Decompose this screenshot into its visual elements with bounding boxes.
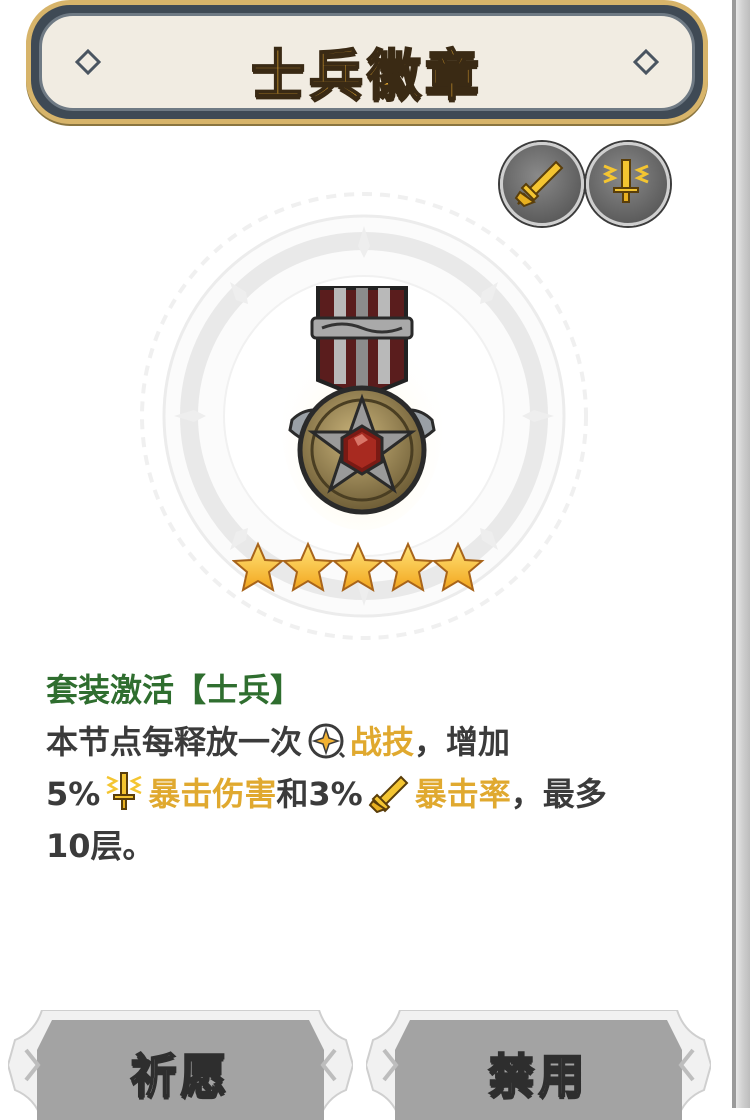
- crit-damage-value: 5%: [46, 775, 101, 813]
- description-prefix: 本节点每释放一次: [46, 723, 303, 761]
- pray-button-label: 祈愿: [130, 1048, 231, 1104]
- description-line-3: 10层。: [46, 827, 155, 865]
- description-line-1: 本节点每释放一次 战技，增加: [46, 716, 696, 768]
- title-banner: 士兵徽章: [26, 0, 708, 124]
- description-line-2: 5% 暴击伤害和3% 暴击率，最多: [46, 768, 696, 820]
- skill-name: 战技: [350, 723, 415, 761]
- star-icon: [431, 541, 485, 593]
- skill-icon: [308, 723, 346, 759]
- item-description: 套装激活【士兵】 本节点每释放一次 战技，增加 5% 暴击伤害和3% 暴击率，最…: [46, 664, 696, 872]
- conjunction: 和: [276, 775, 309, 813]
- pray-button[interactable]: 祈愿: [8, 1010, 353, 1120]
- crit-rate-sword-icon: [368, 775, 409, 813]
- crit-damage-tag[interactable]: [586, 142, 670, 226]
- panel-right-edge: [732, 0, 750, 1108]
- max-text: ，最多: [510, 775, 607, 813]
- crit-damage-sword-icon: [106, 772, 142, 810]
- star-icon: [381, 541, 435, 593]
- star-icon: [232, 541, 285, 593]
- rarity-stars: [232, 541, 485, 593]
- description-suffix: ，增加: [414, 723, 511, 761]
- ban-button-label: 禁用: [488, 1048, 589, 1104]
- crit-rate-value: 3%: [308, 775, 363, 813]
- ban-button[interactable]: 禁用: [366, 1010, 711, 1120]
- crit-damage-name: 暴击伤害: [148, 775, 277, 813]
- crit-damage-sword-icon: [602, 159, 650, 203]
- item-title: 士兵徽章: [250, 43, 483, 108]
- star-icon: [331, 541, 385, 593]
- soldier-medal-icon: [282, 286, 442, 530]
- crit-rate-name: 暴击率: [414, 775, 511, 813]
- star-icon: [281, 541, 335, 593]
- set-bonus-label: 套装激活【士兵】: [46, 671, 303, 709]
